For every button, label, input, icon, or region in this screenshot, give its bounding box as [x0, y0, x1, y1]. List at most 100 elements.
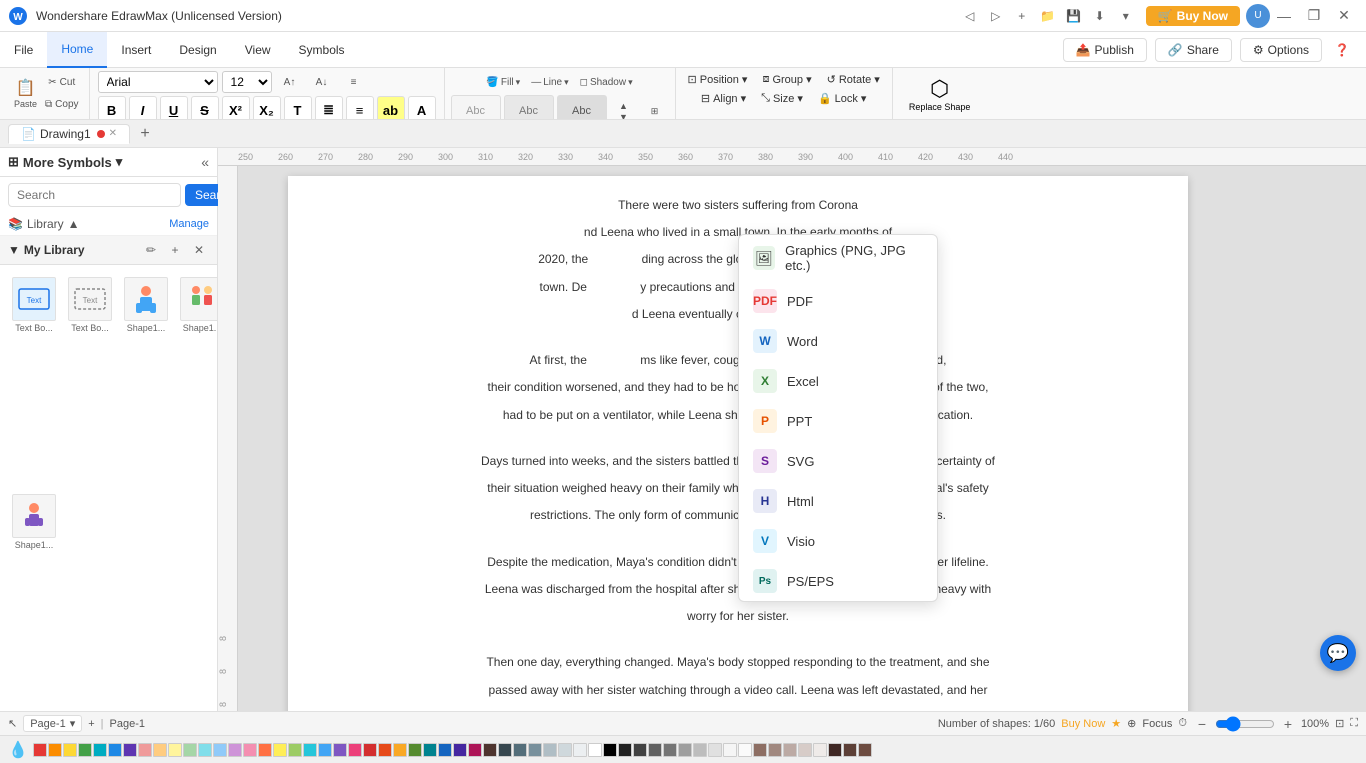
- export-svg-item[interactable]: S SVG: [739, 441, 937, 481]
- font-family-select[interactable]: Arial: [98, 71, 218, 93]
- status-buy-now[interactable]: Buy Now: [1061, 718, 1105, 730]
- color-swatch[interactable]: [48, 743, 62, 757]
- color-swatch[interactable]: [198, 743, 212, 757]
- color-swatch[interactable]: [708, 743, 722, 757]
- back-btn[interactable]: ◁: [958, 5, 982, 27]
- rotate-button[interactable]: ↺ Rotate ▾: [821, 71, 886, 88]
- export-visio-item[interactable]: V Visio: [739, 521, 937, 561]
- color-swatch[interactable]: [813, 743, 827, 757]
- color-swatch[interactable]: [693, 743, 707, 757]
- tab-close-btn[interactable]: ✕: [109, 128, 117, 139]
- color-swatch[interactable]: [138, 743, 152, 757]
- fullscreen-btn[interactable]: ⛶: [1350, 717, 1358, 730]
- menu-view[interactable]: View: [231, 32, 285, 68]
- my-library-add-btn[interactable]: +: [165, 240, 185, 260]
- position-button[interactable]: ⊡ Position ▾: [682, 71, 754, 88]
- menu-symbols[interactable]: Symbols: [285, 32, 359, 68]
- color-swatch[interactable]: [783, 743, 797, 757]
- export-html-item[interactable]: H Html: [739, 481, 937, 521]
- manage-link[interactable]: Manage: [169, 218, 209, 230]
- export-excel-item[interactable]: X Excel: [739, 361, 937, 401]
- decrease-font-btn[interactable]: A↓: [308, 71, 336, 93]
- fill-button[interactable]: 🪣Fill▾: [482, 71, 524, 93]
- color-swatch[interactable]: [603, 743, 617, 757]
- color-swatch[interactable]: [468, 743, 482, 757]
- color-swatch[interactable]: [33, 743, 47, 757]
- strikethrough-button[interactable]: S: [191, 96, 219, 120]
- color-dropper-icon[interactable]: 💧: [8, 740, 28, 760]
- color-swatch[interactable]: [858, 743, 872, 757]
- options-button[interactable]: ⚙ Options: [1240, 38, 1322, 62]
- text-format-button[interactable]: T: [284, 96, 312, 120]
- export-png-item[interactable]: 🖼 Graphics (PNG, JPG etc.): [739, 235, 937, 281]
- color-swatch[interactable]: [93, 743, 107, 757]
- color-swatch[interactable]: [828, 743, 842, 757]
- color-swatch[interactable]: [318, 743, 332, 757]
- zoom-slider[interactable]: [1215, 716, 1275, 732]
- color-swatch[interactable]: [588, 743, 602, 757]
- color-swatch[interactable]: [303, 743, 317, 757]
- my-library-edit-btn[interactable]: ✏: [141, 240, 161, 260]
- color-swatch[interactable]: [228, 743, 242, 757]
- page-selector[interactable]: Page-1 ▾: [23, 715, 82, 732]
- color-swatch[interactable]: [543, 743, 557, 757]
- export-pseps-item[interactable]: Ps PS/EPS: [739, 561, 937, 601]
- line-button[interactable]: —Line▾: [527, 71, 572, 93]
- color-swatch[interactable]: [408, 743, 422, 757]
- underline-button[interactable]: U: [160, 96, 188, 120]
- color-swatch[interactable]: [498, 743, 512, 757]
- open-btn[interactable]: 📁: [1036, 5, 1060, 27]
- color-swatch[interactable]: [123, 743, 137, 757]
- layers-icon[interactable]: ⊕: [1127, 717, 1136, 730]
- menu-file[interactable]: File: [0, 32, 47, 68]
- color-swatch[interactable]: [153, 743, 167, 757]
- menu-home[interactable]: Home: [47, 32, 107, 68]
- font-size-select[interactable]: 12: [222, 71, 272, 93]
- style-preset-1[interactable]: Abc: [451, 95, 501, 120]
- style-preset-2[interactable]: Abc: [504, 95, 554, 120]
- help-btn[interactable]: ❓: [1330, 39, 1354, 61]
- export-word-item[interactable]: W Word: [739, 321, 937, 361]
- cut-button[interactable]: ✂Cut: [41, 73, 83, 93]
- color-swatch[interactable]: [663, 743, 677, 757]
- superscript-button[interactable]: X²: [222, 96, 250, 120]
- lock-button[interactable]: 🔒 Lock ▾: [812, 90, 873, 107]
- tab-drawing1[interactable]: 📄 Drawing1 ✕: [8, 124, 130, 144]
- color-swatch[interactable]: [333, 743, 347, 757]
- align-btn[interactable]: ≡: [340, 71, 368, 93]
- color-swatch[interactable]: [378, 743, 392, 757]
- copy-button[interactable]: ⧉Copy: [41, 95, 83, 115]
- fit-page-btn[interactable]: ⊡: [1335, 717, 1344, 730]
- style-preset-3[interactable]: Abc: [557, 95, 607, 120]
- color-swatch[interactable]: [168, 743, 182, 757]
- list-item[interactable]: Text Text Bo...: [8, 273, 60, 486]
- bold-button[interactable]: B: [98, 96, 126, 120]
- color-swatch[interactable]: [183, 743, 197, 757]
- sidebar-collapse-btn[interactable]: «: [201, 154, 209, 170]
- share-button[interactable]: 🔗 Share: [1155, 38, 1232, 62]
- color-swatch[interactable]: [753, 743, 767, 757]
- forward-btn[interactable]: ▷: [984, 5, 1008, 27]
- list-item[interactable]: Shape1...: [120, 273, 172, 486]
- add-page-btn[interactable]: +: [88, 718, 94, 730]
- color-swatch[interactable]: [108, 743, 122, 757]
- replace-shape-button[interactable]: ⬡ Replace Shape: [901, 72, 979, 116]
- color-swatch[interactable]: [243, 743, 257, 757]
- color-swatch[interactable]: [513, 743, 527, 757]
- zoom-in-btn[interactable]: +: [1279, 715, 1297, 733]
- export-ppt-item[interactable]: P PPT: [739, 401, 937, 441]
- color-swatch[interactable]: [843, 743, 857, 757]
- font-color-button[interactable]: A: [408, 96, 436, 120]
- style-scroll-up[interactable]: ▲: [610, 101, 638, 111]
- focus-btn[interactable]: Focus: [1142, 718, 1172, 730]
- color-swatch[interactable]: [258, 743, 272, 757]
- color-swatch[interactable]: [648, 743, 662, 757]
- style-scroll-down[interactable]: ▼: [610, 112, 638, 121]
- color-swatch[interactable]: [678, 743, 692, 757]
- restore-btn[interactable]: ❐: [1300, 5, 1328, 27]
- paste-button[interactable]: 📋 Paste: [10, 72, 41, 116]
- user-avatar[interactable]: U: [1246, 4, 1270, 28]
- add-tab-button[interactable]: +: [134, 123, 156, 145]
- italic-button[interactable]: I: [129, 96, 157, 120]
- export-pdf-item[interactable]: PDF PDF: [739, 281, 937, 321]
